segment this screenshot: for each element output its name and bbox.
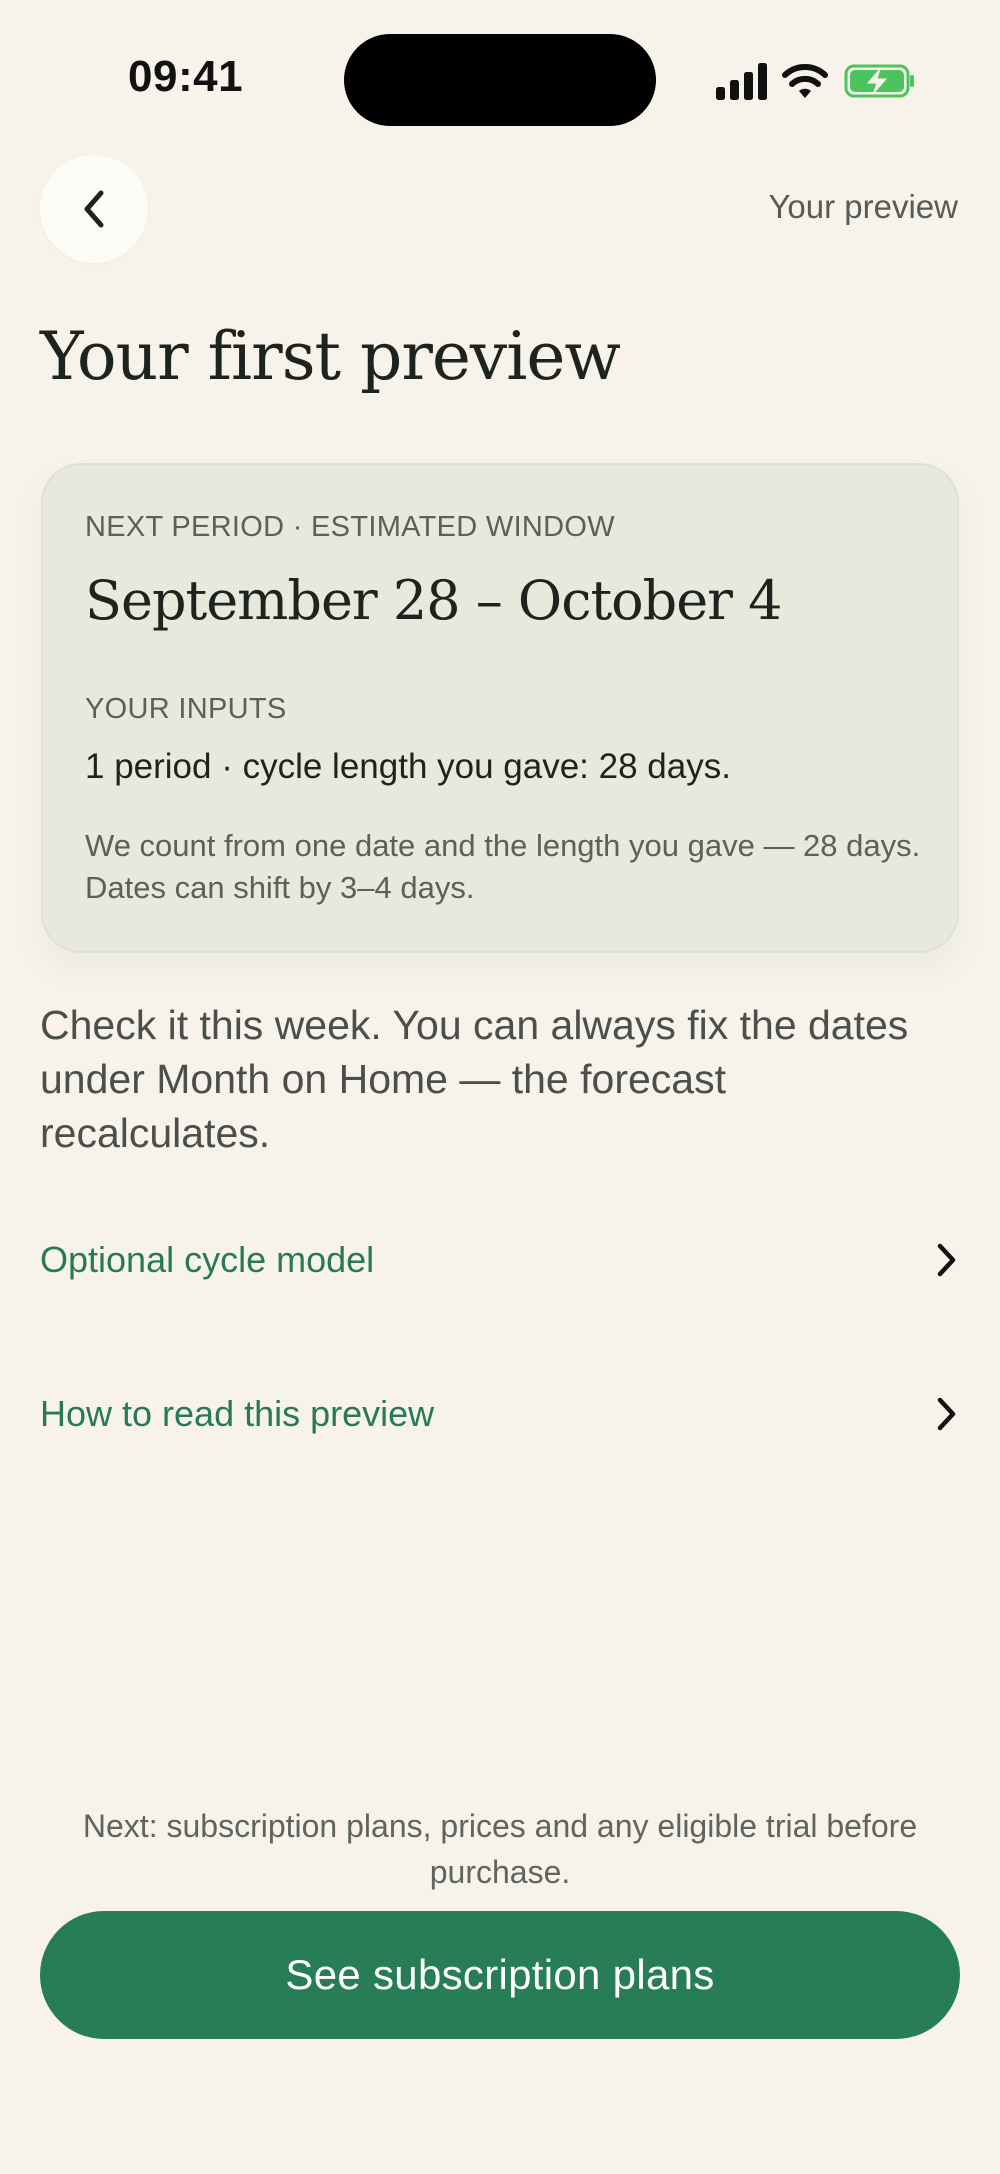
link-label: Optional cycle model (40, 1239, 375, 1280)
page-title: Your first preview (40, 318, 621, 395)
footer-note: Next: subscription plans, prices and any… (82, 1808, 918, 1890)
chevron-right-icon (937, 1243, 956, 1277)
card-note: We count from one date and the length yo… (85, 828, 921, 905)
estimated-dates: September 28 – October 4 (85, 569, 783, 632)
dynamic-island (344, 34, 656, 126)
how-to-read-link[interactable]: How to read this preview (40, 1384, 960, 1444)
preview-screen: 09:41 Your preview Your first preview NE… (0, 0, 1000, 2174)
instruction-text: Check it this week. You can always fix t… (40, 1002, 909, 1156)
status-time: 09:41 (128, 52, 244, 101)
optional-cycle-model-link[interactable]: Optional cycle model (40, 1230, 960, 1290)
inputs-label: YOUR INPUTS (85, 693, 287, 725)
card-eyebrow: NEXT PERIOD · ESTIMATED WINDOW (85, 511, 615, 543)
chevron-right-icon (937, 1397, 956, 1431)
signal-icon (716, 63, 767, 100)
inputs-value: 1 period · cycle length you gave: 28 day… (85, 747, 731, 786)
chevron-left-icon (84, 190, 104, 228)
forecast-card: NEXT PERIOD · ESTIMATED WINDOW September… (41, 463, 959, 953)
header-label: Your preview (768, 188, 958, 225)
see-subscription-plans-button[interactable]: See subscription plans (40, 1911, 960, 2039)
battery-charging-icon (844, 64, 914, 98)
link-label: How to read this preview (40, 1393, 435, 1434)
wifi-icon (782, 64, 828, 98)
back-button[interactable] (40, 155, 148, 263)
